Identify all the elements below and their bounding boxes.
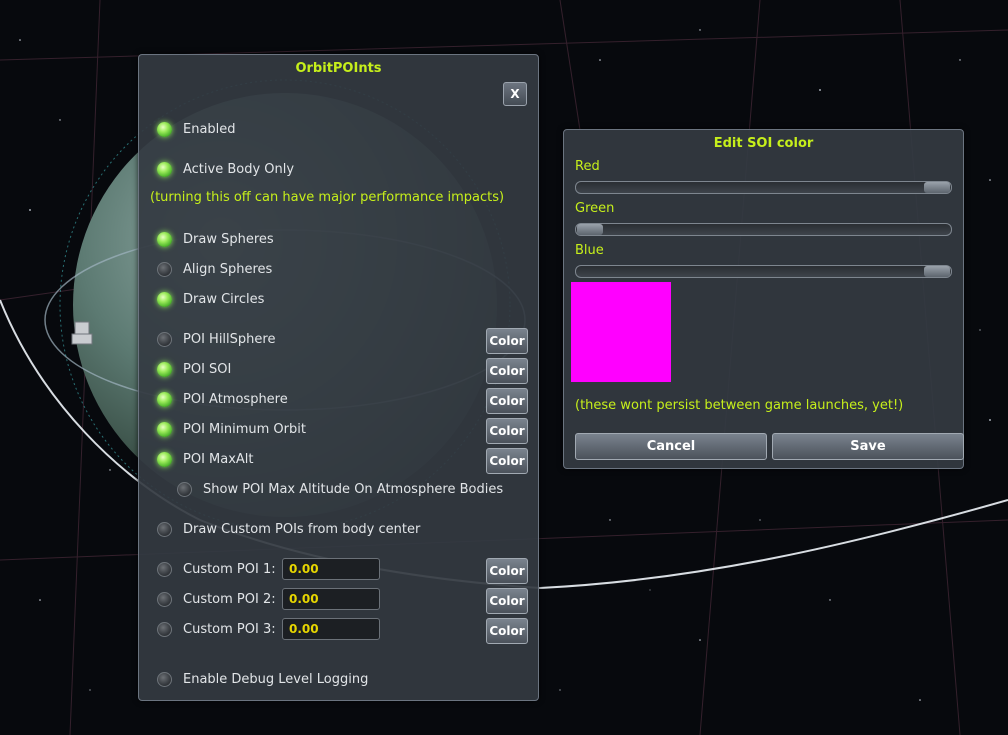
debug-logging-toggle[interactable]: Enable Debug Level Logging <box>157 667 368 691</box>
toggle-led <box>157 451 172 467</box>
show-poi-max-altitude-toggle[interactable]: Show POI Max Altitude On Atmosphere Bodi… <box>177 477 503 501</box>
draw-custom-pois-toggle[interactable]: Draw Custom POIs from body center <box>157 517 420 541</box>
close-button[interactable]: X <box>503 82 527 106</box>
hillsphere-color-button[interactable]: Color <box>486 328 528 354</box>
toggle-label: Show POI Max Altitude On Atmosphere Bodi… <box>203 481 504 497</box>
toggle-label: Custom POI 2: <box>183 591 276 607</box>
orbitpoints-window: OrbitPOInts X Enabled Active Body Only (… <box>138 54 539 701</box>
custom-poi-2-input[interactable]: 0.00 <box>282 588 380 610</box>
toggle-label: Enable Debug Level Logging <box>183 671 369 687</box>
toggle-label: Draw Spheres <box>183 231 274 247</box>
toggle-led <box>157 361 172 377</box>
align-spheres-toggle[interactable]: Align Spheres <box>157 257 272 281</box>
custom-poi-1-color-button[interactable]: Color <box>486 558 528 584</box>
toggle-label: POI SOI <box>183 361 232 377</box>
window-title: Edit SOI color <box>713 136 814 151</box>
toggle-led <box>157 161 172 177</box>
save-button[interactable]: Save <box>772 433 964 460</box>
green-slider[interactable] <box>575 223 952 236</box>
toggle-led <box>157 671 172 687</box>
toggle-led <box>157 231 172 247</box>
window-title: OrbitPOInts <box>295 61 382 76</box>
poi-soi-toggle[interactable]: POI SOI <box>157 357 231 381</box>
minimum-orbit-color-button[interactable]: Color <box>486 418 528 444</box>
poi-minimum-orbit-toggle[interactable]: POI Minimum Orbit <box>157 417 306 441</box>
toggle-label: POI HillSphere <box>183 331 276 347</box>
toggle-led <box>157 521 172 537</box>
toggle-label: Draw Circles <box>183 291 265 307</box>
cancel-button[interactable]: Cancel <box>575 433 767 460</box>
persist-note: (these wont persist between game launche… <box>575 398 904 413</box>
custom-poi-2-color-button[interactable]: Color <box>486 588 528 614</box>
atmosphere-color-button[interactable]: Color <box>486 388 528 414</box>
toggle-led <box>157 561 172 577</box>
toggle-label: POI Atmosphere <box>183 391 288 407</box>
toggle-led <box>157 621 172 637</box>
red-slider-label: Red <box>575 159 600 174</box>
poi-hillsphere-toggle[interactable]: POI HillSphere <box>157 327 275 351</box>
toggle-label: Draw Custom POIs from body center <box>183 521 421 537</box>
toggle-label: Custom POI 3: <box>183 621 276 637</box>
custom-poi-3-toggle[interactable]: Custom POI 3: <box>157 617 276 641</box>
toggle-led <box>177 481 192 497</box>
blue-slider-thumb[interactable] <box>924 266 950 277</box>
green-slider-label: Green <box>575 201 615 216</box>
toggle-led <box>157 291 172 307</box>
soi-color-button[interactable]: Color <box>486 358 528 384</box>
active-body-only-toggle[interactable]: Active Body Only <box>157 157 294 181</box>
draw-circles-toggle[interactable]: Draw Circles <box>157 287 264 311</box>
custom-poi-2-toggle[interactable]: Custom POI 2: <box>157 587 276 611</box>
enabled-toggle[interactable]: Enabled <box>157 117 236 141</box>
edit-soi-color-window: Edit SOI color Red Green Blue (these won… <box>563 129 964 469</box>
custom-poi-1-input[interactable]: 0.00 <box>282 558 380 580</box>
toggle-label: Active Body Only <box>183 161 295 177</box>
toggle-label: POI Minimum Orbit <box>183 421 306 437</box>
red-slider[interactable] <box>575 181 952 194</box>
green-slider-thumb[interactable] <box>577 224 603 235</box>
performance-note: (turning this off can have major perform… <box>150 190 505 205</box>
toggle-led <box>157 331 172 347</box>
draw-spheres-toggle[interactable]: Draw Spheres <box>157 227 274 251</box>
custom-poi-3-color-button[interactable]: Color <box>486 618 528 644</box>
poi-maxalt-toggle[interactable]: POI MaxAlt <box>157 447 254 471</box>
custom-poi-3-input[interactable]: 0.00 <box>282 618 380 640</box>
toggle-label: Enabled <box>183 121 236 137</box>
toggle-led <box>157 421 172 437</box>
toggle-led <box>157 391 172 407</box>
custom-poi-1-toggle[interactable]: Custom POI 1: <box>157 557 276 581</box>
toggle-label: Align Spheres <box>183 261 273 277</box>
color-preview-swatch <box>571 282 671 382</box>
toggle-led <box>157 121 172 137</box>
poi-atmosphere-toggle[interactable]: POI Atmosphere <box>157 387 288 411</box>
maxalt-color-button[interactable]: Color <box>486 448 528 474</box>
spacecraft-marker <box>71 321 93 345</box>
toggle-led <box>157 591 172 607</box>
toggle-led <box>157 261 172 277</box>
blue-slider[interactable] <box>575 265 952 278</box>
toggle-label: POI MaxAlt <box>183 451 254 467</box>
blue-slider-label: Blue <box>575 243 604 258</box>
red-slider-thumb[interactable] <box>924 182 950 193</box>
toggle-label: Custom POI 1: <box>183 561 276 577</box>
